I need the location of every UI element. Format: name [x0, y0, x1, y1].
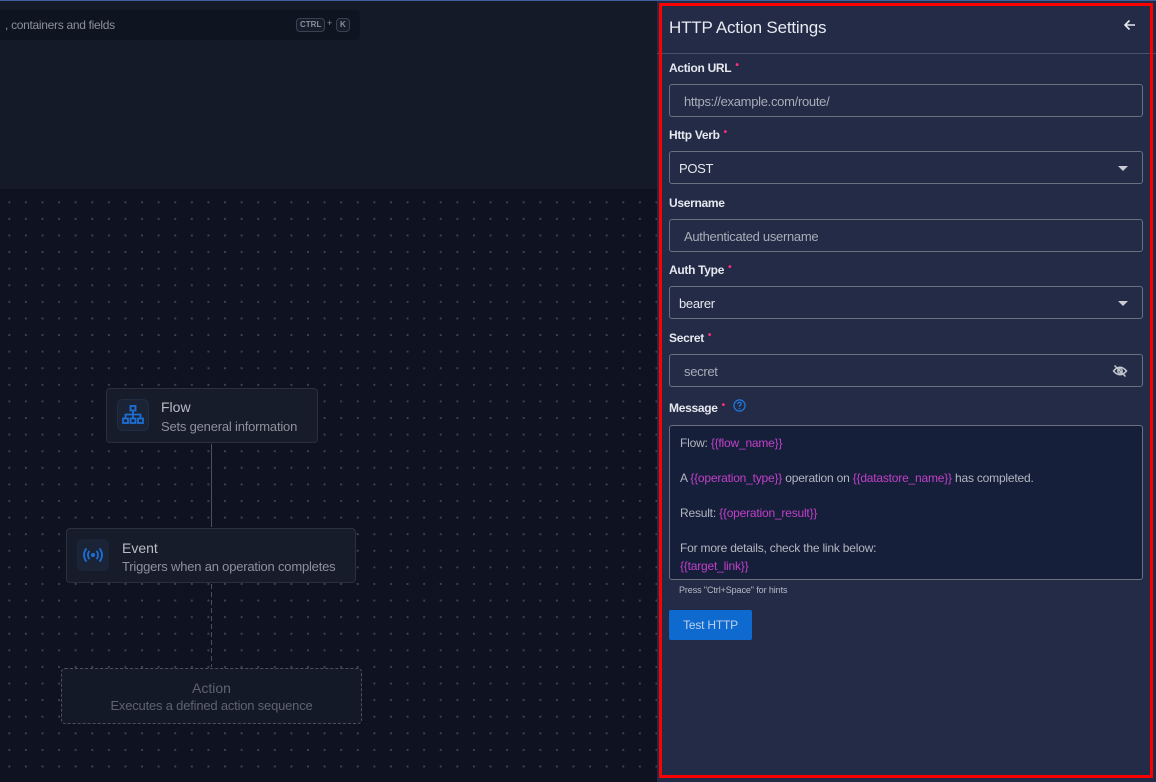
- required-indicator: •: [721, 400, 726, 412]
- message-text: For more details, check the link below:: [680, 541, 877, 555]
- message-text: A: [680, 471, 691, 485]
- message-text: operation on: [782, 471, 853, 485]
- secret-label: Secret •: [669, 330, 712, 345]
- node-title: Action: [192, 680, 231, 696]
- secret-placeholder: secret: [684, 364, 718, 379]
- action-node-placeholder[interactable]: Action Executes a defined action sequenc…: [61, 668, 362, 724]
- top-border: [0, 0, 1156, 1]
- label-text: Username: [669, 196, 725, 210]
- label-text: Http Verb: [669, 128, 720, 142]
- global-search-input[interactable]: , containers and fields CTRL + K: [0, 10, 360, 40]
- flow-editor-area: , containers and fields CTRL + K Flow Se…: [0, 0, 657, 782]
- auth-type-label: Auth Type •: [669, 262, 732, 277]
- message-line: Result: {{operation_result}}: [680, 505, 1132, 523]
- test-http-button[interactable]: Test HTTP: [669, 610, 752, 640]
- message-line: For more details, check the link below:: [680, 540, 1132, 558]
- shortcut-ctrl-key: CTRL: [296, 18, 326, 32]
- shortcut-plus: +: [327, 18, 333, 28]
- sitemap-icon: [117, 399, 149, 431]
- required-indicator: •: [735, 60, 739, 71]
- chevron-down-icon: [1118, 301, 1128, 306]
- template-variable: {{operation_type}}: [690, 471, 783, 485]
- broadcast-icon: [77, 539, 109, 571]
- arrow-left-icon: [1123, 18, 1136, 36]
- required-indicator: •: [723, 127, 728, 138]
- required-indicator: •: [707, 330, 712, 341]
- panel-title: HTTP Action Settings: [669, 18, 827, 37]
- message-hint: Press "Ctrl+Space" for hints: [679, 585, 788, 595]
- message-text: Flow:: [680, 436, 711, 450]
- edge-flow-to-event: [211, 444, 212, 527]
- message-line: A {{operation_type}} operation on {{data…: [680, 470, 1132, 488]
- http-verb-select[interactable]: POST: [669, 151, 1143, 184]
- label-text: Secret: [669, 331, 704, 345]
- label-text: Auth Type: [669, 263, 725, 277]
- message-line: Flow: {{flow_name}}: [680, 435, 1132, 453]
- eye-off-icon[interactable]: [1112, 364, 1128, 378]
- node-title: Event: [122, 540, 158, 556]
- required-indicator: •: [728, 262, 732, 273]
- auth-type-select[interactable]: bearer: [669, 286, 1143, 319]
- panel-divider: [657, 53, 1156, 54]
- flow-node[interactable]: Flow Sets general information: [106, 388, 318, 443]
- node-description: Executes a defined action sequence: [110, 698, 313, 713]
- template-variable: {{datastore_name}}: [852, 471, 952, 485]
- editor-header: , containers and fields CTRL + K: [0, 1, 657, 189]
- message-line: {{target_link}}: [680, 558, 1132, 576]
- node-title: Flow: [161, 399, 191, 415]
- template-variable: {{target_link}}: [680, 558, 749, 573]
- message-text: has completed.: [951, 471, 1034, 485]
- action-url-label: Action URL •: [669, 60, 739, 75]
- settings-panel: [657, 1, 1156, 782]
- action-url-input[interactable]: https://example.com/route/: [669, 84, 1143, 117]
- username-placeholder: Authenticated username: [684, 229, 819, 244]
- shortcut-k-key: K: [336, 18, 350, 32]
- http-verb-value: POST: [679, 161, 714, 176]
- http-verb-label: Http Verb •: [669, 127, 728, 142]
- auth-type-value: bearer: [679, 296, 715, 311]
- edge-event-to-action: [211, 584, 212, 667]
- message-text: Result:: [680, 506, 720, 520]
- template-variable: {{operation_result}}: [719, 506, 818, 520]
- search-placeholder: , containers and fields: [5, 18, 115, 32]
- template-variable: {{flow_name}}: [710, 436, 783, 450]
- back-button[interactable]: [1121, 18, 1139, 36]
- node-description: Sets general information: [161, 419, 298, 434]
- question-circle-icon[interactable]: [733, 399, 746, 415]
- node-description: Triggers when an operation completes: [122, 559, 336, 574]
- username-label: Username: [669, 196, 725, 210]
- chevron-down-icon: [1118, 166, 1128, 171]
- label-text: Message: [669, 401, 718, 416]
- message-label: Message •: [669, 399, 746, 417]
- event-node[interactable]: Event Triggers when an operation complet…: [66, 528, 356, 583]
- secret-input[interactable]: secret: [669, 354, 1143, 387]
- message-textarea[interactable]: Flow: {{flow_name}} A {{operation_type}}…: [669, 425, 1143, 580]
- username-input[interactable]: Authenticated username: [669, 219, 1143, 252]
- label-text: Action URL: [669, 61, 732, 75]
- action-url-placeholder: https://example.com/route/: [684, 94, 830, 109]
